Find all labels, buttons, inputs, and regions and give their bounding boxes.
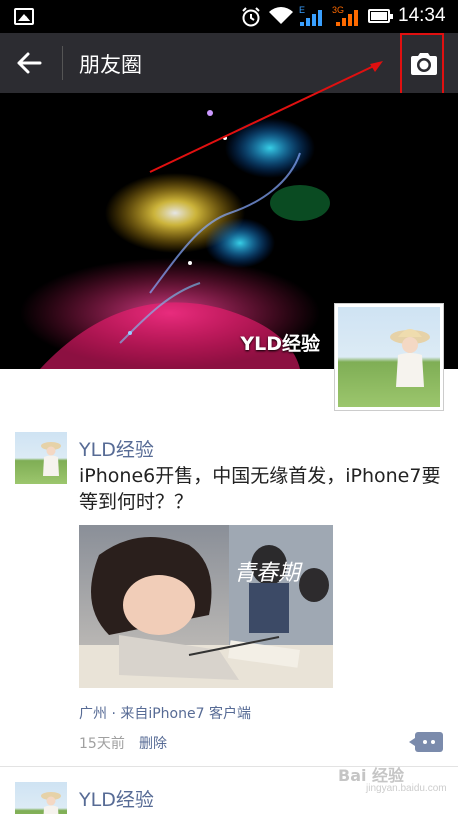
signal-icon: E	[298, 4, 326, 32]
post-delete-link[interactable]: 删除	[139, 733, 167, 753]
comment-button[interactable]	[409, 732, 443, 752]
wifi-icon	[269, 7, 293, 24]
camera-button[interactable]	[400, 33, 444, 95]
post-author-name-2[interactable]: YLD经验	[79, 785, 154, 812]
camera-icon	[411, 53, 437, 75]
status-bar: E 3G 14:34	[0, 0, 458, 33]
page-title: 朋友圈	[79, 53, 142, 77]
image-notification-icon	[14, 8, 34, 25]
post-image[interactable]: 青春期	[79, 525, 333, 688]
alarm-icon	[242, 7, 260, 27]
post-author-avatar-2[interactable]	[15, 782, 67, 814]
back-arrow-icon[interactable]	[16, 51, 42, 75]
network-type-label-2: 3G	[332, 5, 344, 15]
post-location[interactable]: 广州 · 来自iPhone7 客户端	[79, 703, 251, 723]
baidu-watermark-url: jingyan.baidu.com	[366, 783, 447, 794]
signal-icon-2: 3G	[332, 4, 362, 32]
post-author-name[interactable]: YLD经验	[79, 435, 154, 462]
post-text: iPhone6开售，中国无缘首发，iPhone7要等到何时？？	[79, 465, 441, 513]
avatar-image	[338, 307, 440, 407]
post-image-caption: 青春期	[234, 561, 303, 586]
post-time: 15天前	[79, 736, 125, 752]
more-dots-icon	[423, 740, 427, 744]
battery-icon	[368, 9, 393, 23]
network-type-label: E	[299, 5, 305, 15]
action-bar-divider	[62, 46, 63, 80]
status-time: 14:34	[398, 5, 446, 26]
cover-user-name: YLD经验	[240, 333, 320, 355]
profile-avatar[interactable]	[334, 303, 444, 411]
action-bar: 朋友圈	[0, 33, 458, 95]
post-author-avatar[interactable]	[15, 432, 67, 484]
